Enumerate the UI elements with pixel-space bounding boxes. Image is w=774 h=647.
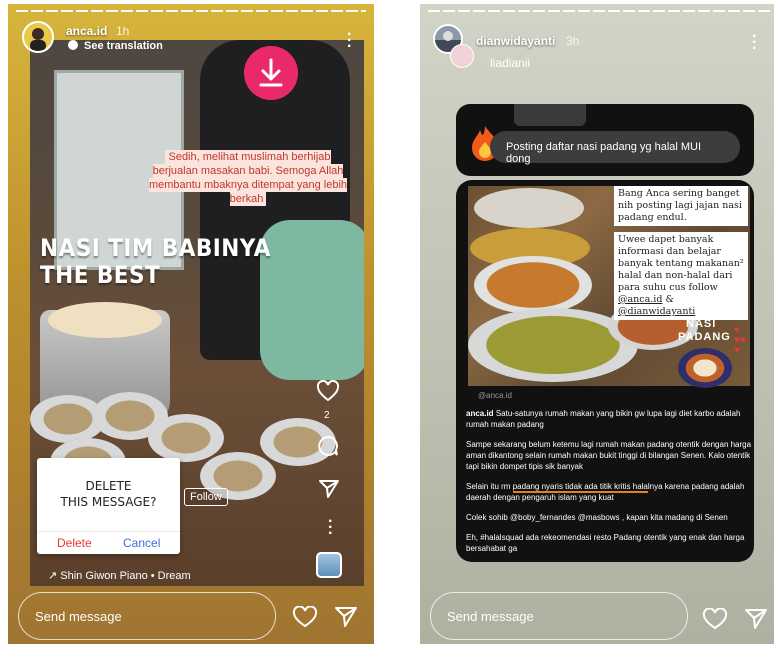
heart-icon[interactable] xyxy=(702,607,728,635)
note-2-handle-1[interactable]: @anca.id xyxy=(618,294,662,305)
dialog-divider xyxy=(37,531,180,532)
reply-avatar[interactable] xyxy=(450,44,474,68)
watermark: @anca.id xyxy=(478,391,512,400)
post-username[interactable]: anca.id xyxy=(466,409,494,418)
like-icon[interactable] xyxy=(316,379,340,407)
sticker-text-2: PADANG xyxy=(678,331,731,343)
post-paragraph-3-start: Selain itu rm xyxy=(466,482,513,491)
post-underlined-text: padang nyaris tidak ada titik kritis hal… xyxy=(512,482,648,493)
see-translation-link[interactable]: See translation xyxy=(68,40,163,52)
audio-thumbnail[interactable] xyxy=(316,552,342,578)
photo-rice xyxy=(48,302,162,338)
download-icon[interactable] xyxy=(244,46,298,100)
send-message-input[interactable]: Send message xyxy=(430,592,688,640)
nasi-padang-sticker: NASI PADANG ♥ ♥♥ ♥ xyxy=(676,318,750,390)
direct-send-icon[interactable] xyxy=(744,608,768,635)
post-paragraph-4: Colek sohib @boby_fernandes @masbows , k… xyxy=(466,513,728,522)
post-paragraph-2: Sampe sekarang belum ketemu lagi rumah m… xyxy=(466,440,752,471)
reply-username: liadianii xyxy=(490,56,531,70)
avatar[interactable] xyxy=(22,21,54,53)
text-note-1: Bang Anca sering banget nih posting lagi… xyxy=(614,186,748,226)
caption-text: Sedih, melihat muslimah berhijab berjual… xyxy=(148,150,348,206)
sticker-dish xyxy=(678,348,732,388)
overlay-text: NASI TIM BABINYA THE BEST xyxy=(40,235,271,289)
story-username[interactable]: anca.id xyxy=(66,24,107,38)
post-paragraph-5: Eh, #halalsquad ada rekeomendasi resto P… xyxy=(466,533,745,553)
share-icon[interactable] xyxy=(318,479,340,504)
story-progress-bar xyxy=(16,10,366,12)
dialog-title-line-2: THIS MESSAGE? xyxy=(60,495,157,509)
overlay-line-1: NASI TIM BABINYA xyxy=(40,234,271,262)
heart-sticker-icon: ♥ ♥♥ ♥ xyxy=(734,325,746,356)
text-note-2: Uwee dapet banyak informasi dan belajar … xyxy=(614,232,748,320)
cancel-button[interactable]: Cancel xyxy=(123,536,160,550)
heart-icon[interactable] xyxy=(292,605,318,633)
music-title: Shin Giwon Piano • Dream xyxy=(60,570,191,582)
story-progress-bar xyxy=(428,10,770,12)
send-message-input[interactable]: Send message xyxy=(18,592,276,640)
note-2-text: Uwee dapet banyak informasi dan belajar … xyxy=(618,234,744,293)
story-time: 1h xyxy=(116,24,130,38)
photo-sleeve xyxy=(260,220,364,380)
music-arrow-icon: ↗ xyxy=(48,570,58,582)
food-plate xyxy=(474,256,592,314)
dialog-title: DELETE THIS MESSAGE? xyxy=(37,478,180,510)
comment-bubble: Posting daftar nasi padang yg halal MUI … xyxy=(490,131,740,165)
more-options-icon[interactable]: · · · xyxy=(347,27,352,55)
food-plate xyxy=(474,188,584,228)
delete-button[interactable]: Delete xyxy=(57,536,92,550)
sticker-text-1: NASI xyxy=(686,318,717,330)
translate-icon xyxy=(68,40,78,50)
more-options-icon[interactable]: · · · xyxy=(752,29,757,57)
story-time: 3h xyxy=(566,34,580,48)
like-count: 2 xyxy=(324,410,330,421)
delete-message-dialog: DELETE THIS MESSAGE? Delete Cancel xyxy=(37,458,180,554)
follow-button[interactable]: Follow xyxy=(184,488,228,506)
see-translation-label: See translation xyxy=(84,40,163,52)
reel-more-icon[interactable]: · · · xyxy=(328,514,333,542)
post-paragraph-3: Selain itu rm padang nyaris tidak ada ti… xyxy=(466,481,752,503)
dialog-title-line-1: DELETE xyxy=(85,479,132,493)
note-2-amp: & xyxy=(665,294,674,305)
overlay-line-2: THE BEST xyxy=(40,261,161,289)
post-caption: anca.id Satu-satunya rumah makan yang bi… xyxy=(466,408,752,563)
story-caption: Sedih, melihat muslimah berhijab berjual… xyxy=(148,150,348,206)
post-paragraph-1: Satu-satunya rumah makan yang bikin gw l… xyxy=(466,409,741,429)
comment-icon[interactable] xyxy=(317,435,339,462)
note-2-handle-2[interactable]: @dianwidayanti xyxy=(618,306,695,317)
story-username[interactable]: dianwidayanti xyxy=(476,34,555,48)
screenshot-preview xyxy=(514,104,586,126)
direct-send-icon[interactable] xyxy=(334,606,358,633)
music-label[interactable]: ↗ Shin Giwon Piano • Dream xyxy=(48,569,191,582)
photo-bowl xyxy=(148,414,224,462)
